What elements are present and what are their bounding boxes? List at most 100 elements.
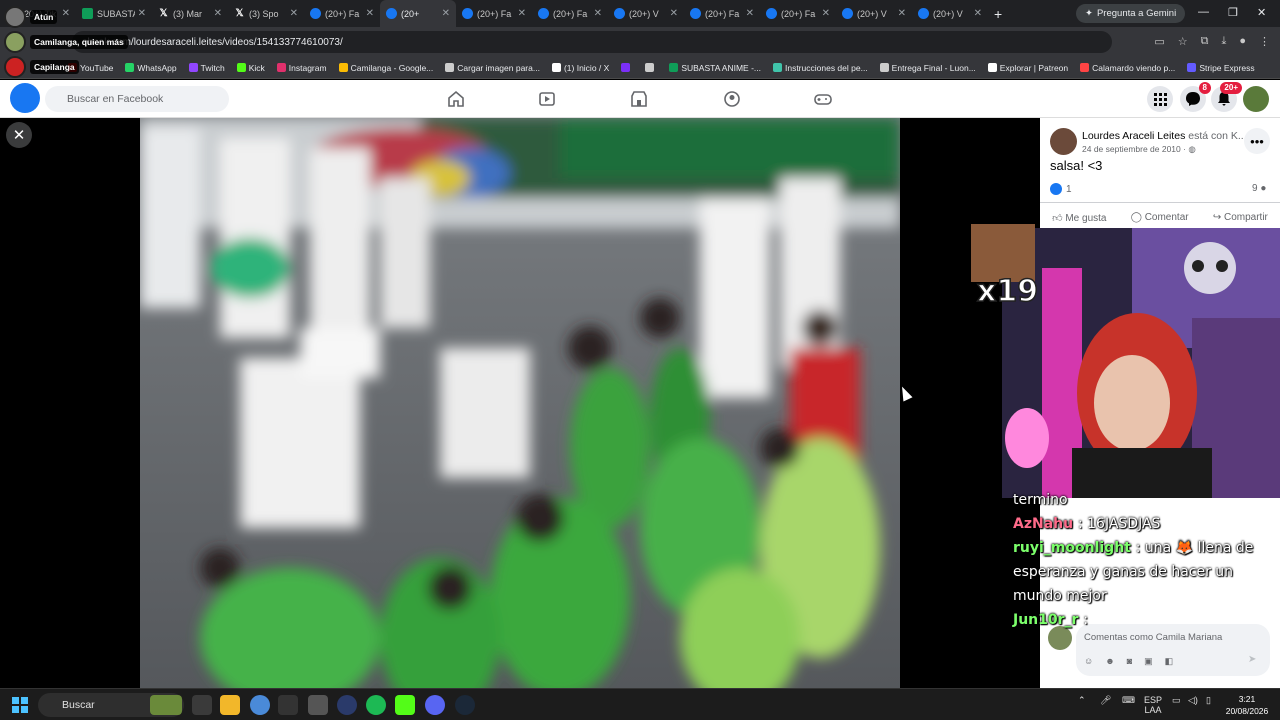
close-tab-icon[interactable]: ✕ bbox=[594, 8, 602, 19]
close-tab-icon[interactable]: ✕ bbox=[366, 8, 374, 19]
maximize-icon[interactable]: ❐ bbox=[1228, 6, 1238, 19]
facebook-logo[interactable] bbox=[10, 83, 40, 113]
emoji-icon[interactable]: ☻ bbox=[1105, 656, 1114, 667]
spotify-icon[interactable] bbox=[366, 695, 386, 715]
close-tab-icon[interactable]: ✕ bbox=[670, 8, 678, 19]
close-tab-icon[interactable]: ✕ bbox=[898, 8, 906, 19]
messenger-button[interactable]: 8 bbox=[1180, 82, 1211, 112]
camera-icon[interactable]: ◙ bbox=[1127, 656, 1132, 667]
settings-icon[interactable] bbox=[308, 695, 328, 715]
url-bar[interactable]: ebook.com/lourdesaraceli.leites/videos/1… bbox=[72, 31, 1112, 53]
gif-icon[interactable]: ▣ bbox=[1144, 656, 1153, 667]
profile-icon[interactable]: ● bbox=[1239, 35, 1246, 48]
copilot-icon[interactable] bbox=[192, 695, 212, 715]
cast-icon[interactable]: ▭ bbox=[1154, 35, 1164, 48]
chrome-icon[interactable] bbox=[250, 695, 270, 715]
comment-button[interactable]: ◯ Comentar bbox=[1131, 212, 1189, 223]
language-indicator[interactable]: ESP LAA bbox=[1144, 695, 1162, 715]
browser-tab[interactable]: (20+ ✕ bbox=[380, 0, 456, 27]
close-tab-icon[interactable]: ✕ bbox=[822, 8, 830, 19]
video-icon[interactable] bbox=[537, 89, 557, 109]
account-avatar[interactable] bbox=[1243, 86, 1269, 112]
video-player[interactable] bbox=[140, 118, 900, 688]
bookmark-item[interactable]: Stripe Express bbox=[1187, 63, 1255, 73]
comments-count[interactable]: 9 ● bbox=[1252, 183, 1266, 194]
groups-icon[interactable] bbox=[722, 89, 742, 109]
network-icon[interactable]: ▭ bbox=[1172, 695, 1181, 706]
browser-tab[interactable]: (20+) V ✕ bbox=[912, 0, 988, 27]
browser-tab[interactable]: (20+) Fa ✕ bbox=[304, 0, 380, 27]
menu-icon[interactable]: ⋮ bbox=[1259, 35, 1270, 48]
reactions-summary[interactable]: 1 bbox=[1050, 183, 1072, 195]
new-tab-button[interactable]: + bbox=[994, 6, 1002, 22]
gaming-icon[interactable] bbox=[813, 89, 833, 109]
browser-tab[interactable]: 𝕏 (3) Mar ✕ bbox=[152, 0, 228, 27]
bookmark-star-icon[interactable]: ☆ bbox=[1178, 35, 1188, 48]
browser-tab[interactable]: (20+) Fa ✕ bbox=[456, 0, 532, 27]
browser-tab[interactable]: (20+) V ✕ bbox=[836, 0, 912, 27]
like-button[interactable]: 👍︎ Me gusta bbox=[1052, 212, 1106, 224]
bookmark-item[interactable]: Kick bbox=[236, 63, 265, 73]
bookmark-item[interactable] bbox=[621, 63, 633, 72]
close-tab-icon[interactable]: ✕ bbox=[518, 8, 526, 19]
bookmark-item[interactable]: Instrucciones del pe... bbox=[772, 63, 868, 73]
download-icon[interactable]: ⤓ bbox=[1221, 35, 1226, 48]
kick-app-icon[interactable] bbox=[395, 695, 415, 715]
facebook-search-input[interactable]: Buscar en Facebook bbox=[45, 86, 229, 112]
bookmark-item[interactable] bbox=[645, 63, 657, 72]
bookmark-item[interactable]: (1) Inicio / X bbox=[551, 63, 609, 73]
search-highlight-icon[interactable] bbox=[150, 695, 182, 715]
likes-count: 1 bbox=[1066, 183, 1072, 195]
close-tab-icon[interactable]: ✕ bbox=[442, 8, 450, 19]
home-icon[interactable] bbox=[446, 89, 466, 109]
file-explorer-icon[interactable] bbox=[220, 695, 240, 715]
close-tab-icon[interactable]: ✕ bbox=[290, 8, 298, 19]
ask-gemini-button[interactable]: ✦ Pregunta a Gemini bbox=[1076, 4, 1186, 23]
close-window-icon[interactable]: ✕ bbox=[1257, 6, 1266, 19]
close-tab-icon[interactable]: ✕ bbox=[214, 8, 222, 19]
obs-icon[interactable] bbox=[278, 695, 298, 715]
minimize-icon[interactable]: — bbox=[1198, 6, 1209, 18]
bookmark-item[interactable]: Camilanga - Google... bbox=[338, 63, 433, 73]
emote-combo: x19 bbox=[971, 224, 1039, 310]
browser-tab[interactable]: (20+) Fa ✕ bbox=[532, 0, 608, 27]
share-label: Compartir bbox=[1223, 212, 1268, 223]
author-avatar[interactable] bbox=[1050, 128, 1077, 155]
taskbar-clock[interactable]: 3:21 20/08/2026 bbox=[1222, 693, 1272, 717]
battery-icon[interactable]: ▯ bbox=[1206, 695, 1211, 706]
close-tab-icon[interactable]: ✕ bbox=[746, 8, 754, 19]
post-options-button[interactable]: ••• bbox=[1244, 128, 1270, 154]
post-date[interactable]: 24 de septiembre de 2010 · bbox=[1082, 144, 1186, 154]
discord-icon[interactable] bbox=[425, 695, 445, 715]
bookmark-item[interactable]: Cargar imagen para... bbox=[445, 63, 540, 73]
browser-tab[interactable]: (20+) Fa ✕ bbox=[760, 0, 836, 27]
browser-tab[interactable]: 𝕏 (3) Spo ✕ bbox=[228, 0, 304, 27]
notifications-button[interactable]: 20+ bbox=[1211, 82, 1242, 112]
media-app-icon[interactable] bbox=[337, 695, 357, 715]
send-icon[interactable]: ➤ bbox=[1248, 654, 1256, 665]
bookmark-item[interactable]: Explorar | Patreon bbox=[987, 63, 1068, 73]
marketplace-icon[interactable] bbox=[629, 89, 649, 109]
bookmark-item[interactable]: Calamardo viendo p... bbox=[1080, 63, 1175, 73]
browser-tab[interactable]: (20+) V ✕ bbox=[608, 0, 684, 27]
tray-overflow-icon[interactable]: ⌃ bbox=[1078, 695, 1086, 706]
bookmark-item[interactable]: SUBASTA ANIME -... bbox=[669, 63, 761, 73]
post-author[interactable]: Lourdes Araceli Leites bbox=[1082, 130, 1185, 142]
keyboard-icon[interactable]: ⌨ bbox=[1122, 695, 1135, 706]
steam-icon[interactable] bbox=[455, 695, 475, 715]
close-video-button[interactable]: ✕ bbox=[6, 122, 32, 148]
microphone-icon[interactable]: 🎤︎ bbox=[1100, 695, 1111, 706]
avatar-sticker-icon[interactable]: ☺ bbox=[1084, 656, 1093, 667]
sticker-icon[interactable]: ◧ bbox=[1165, 656, 1174, 667]
browser-tab[interactable]: (20+) Fa ✕ bbox=[684, 0, 760, 27]
thumbs-up-icon: 👍︎ bbox=[1052, 212, 1066, 224]
extension-icon[interactable]: ⧉ bbox=[1201, 35, 1209, 48]
bookmark-item[interactable]: Twitch bbox=[188, 63, 225, 73]
menu-grid-button[interactable] bbox=[1147, 86, 1173, 112]
close-tab-icon[interactable]: ✕ bbox=[974, 8, 982, 19]
windows-start-icon[interactable] bbox=[12, 697, 28, 713]
volume-icon[interactable]: ◁) bbox=[1188, 695, 1198, 706]
bookmark-item[interactable]: Entrega Final - Luon... bbox=[879, 63, 976, 73]
share-button[interactable]: ↪ Compartir bbox=[1213, 212, 1268, 223]
bookmark-item[interactable]: Instagram bbox=[276, 63, 327, 73]
